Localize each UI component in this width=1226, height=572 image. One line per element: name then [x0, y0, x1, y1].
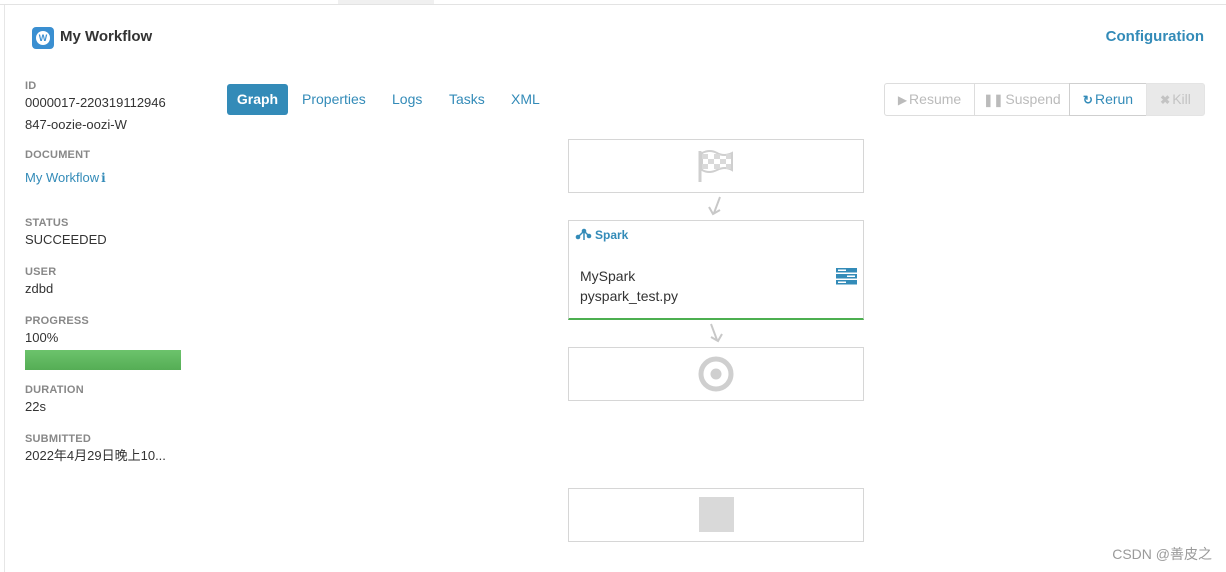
- status-label: STATUS: [25, 217, 69, 229]
- status-value: SUCCEEDED: [25, 232, 107, 247]
- id-value: 0000017-220319112946 847-oozie-oozi-W: [25, 92, 166, 136]
- server-list-icon[interactable]: [836, 268, 857, 285]
- progress-label: PROGRESS: [25, 315, 89, 327]
- meta-progress: PROGRESS 100%: [25, 315, 181, 370]
- rerun-button[interactable]: ↻ Rerun: [1069, 83, 1147, 116]
- tab-graph[interactable]: Graph: [227, 84, 288, 115]
- info-icon[interactable]: i: [101, 168, 106, 189]
- tab-logs[interactable]: Logs: [380, 84, 434, 115]
- kill-node[interactable]: [568, 488, 864, 542]
- kill-label: Kill: [1172, 91, 1191, 107]
- bullseye-icon: [698, 356, 734, 392]
- id-value-line1: 0000017-220319112946: [25, 95, 166, 110]
- duration-label: DURATION: [25, 384, 84, 396]
- spark-icon: [575, 228, 592, 240]
- kill-button[interactable]: ✖ Kill: [1146, 83, 1205, 116]
- progress-bar: [25, 350, 181, 370]
- spark-action-file: pyspark_test.py: [580, 288, 679, 304]
- meta-id: ID 0000017-220319112946 847-oozie-oozi-W: [25, 80, 166, 136]
- submitted-value: 2022年4月29日晚上10...: [25, 448, 166, 463]
- pause-icon: ❚❚: [983, 93, 1004, 107]
- tab-properties[interactable]: Properties: [290, 84, 378, 115]
- resume-button[interactable]: ▶ Resume: [884, 83, 975, 116]
- spark-action-node[interactable]: Spark MySpark pyspark_test.py: [568, 220, 864, 320]
- resume-label: Resume: [909, 91, 962, 107]
- arrow-down-icon: [708, 196, 721, 216]
- user-label: USER: [25, 266, 57, 278]
- progress-bar-fill: [25, 350, 181, 370]
- start-node[interactable]: [568, 139, 864, 193]
- tab-xml[interactable]: XML: [499, 84, 552, 115]
- top-tab-hint: [338, 0, 434, 4]
- play-icon: ▶: [897, 93, 908, 107]
- duration-value: 22s: [25, 399, 46, 414]
- configuration-link[interactable]: Configuration: [1106, 28, 1204, 45]
- document-value: My Workflow i: [25, 167, 106, 189]
- close-icon: ✖: [1160, 93, 1171, 107]
- end-node[interactable]: [568, 347, 864, 401]
- left-rule: [4, 5, 5, 572]
- user-value: zdbd: [25, 281, 54, 296]
- tab-tasks[interactable]: Tasks: [437, 84, 497, 115]
- refresh-icon: ↻: [1082, 93, 1093, 107]
- spark-header: Spark: [575, 227, 628, 242]
- document-label: DOCUMENT: [25, 149, 91, 161]
- meta-duration: DURATION 22s: [25, 384, 84, 417]
- document-link[interactable]: My Workflow: [25, 170, 99, 185]
- page-title: My Workflow: [60, 28, 153, 45]
- meta-user: USER zdbd: [25, 266, 56, 299]
- suspend-label: Suspend: [1005, 91, 1061, 107]
- square-icon: [699, 497, 734, 532]
- top-border: [0, 0, 1226, 5]
- flag-checkered-icon: [698, 150, 733, 182]
- meta-document: DOCUMENT My Workflow i: [25, 149, 106, 189]
- submitted-label: SUBMITTED: [25, 433, 91, 445]
- rerun-label: Rerun: [1094, 91, 1134, 107]
- id-label: ID: [25, 80, 37, 92]
- spark-action-name: MySpark: [580, 268, 636, 284]
- meta-submitted: SUBMITTED 2022年4月29日晚上10...: [25, 433, 166, 466]
- workflow-logo-icon: W: [32, 27, 54, 49]
- progress-value: 100%: [25, 330, 59, 345]
- suspend-button[interactable]: ❚❚ Suspend: [974, 83, 1070, 116]
- arrow-down-icon: [710, 323, 723, 343]
- id-value-line2: 847-oozie-oozi-W: [25, 117, 127, 132]
- meta-status: STATUS SUCCEEDED: [25, 217, 107, 250]
- logo-letter: W: [36, 31, 50, 45]
- spark-type-label: Spark: [595, 228, 629, 242]
- watermark: CSDN @善皮之: [1112, 546, 1212, 562]
